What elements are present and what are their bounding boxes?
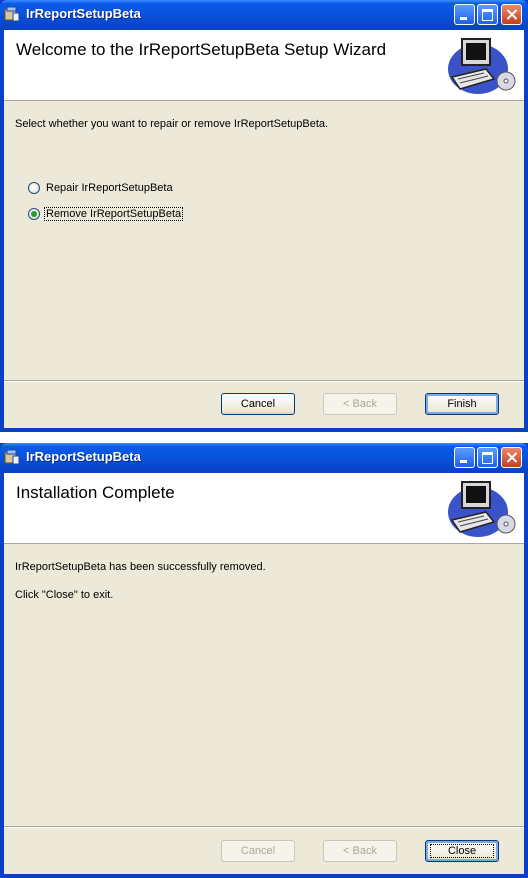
dialog-client: Welcome to the IrReportSetupBeta Setup W… xyxy=(4,30,524,428)
maximize-button[interactable] xyxy=(477,4,498,25)
cancel-button[interactable]: Cancel xyxy=(221,393,295,415)
cancel-button[interactable]: Cancel xyxy=(221,840,295,862)
result-message: IrReportSetupBeta has been successfully … xyxy=(15,561,266,573)
computer-cd-icon xyxy=(448,38,516,94)
close-window-button[interactable] xyxy=(501,447,522,468)
footer-divider xyxy=(4,380,524,382)
back-button[interactable]: < Back xyxy=(323,840,397,862)
minimize-button[interactable] xyxy=(454,447,475,468)
focus-rect xyxy=(430,844,494,858)
repair-radio[interactable] xyxy=(28,182,40,194)
back-button[interactable]: < Back xyxy=(323,393,397,415)
banner-title: Welcome to the IrReportSetupBeta Setup W… xyxy=(16,40,387,59)
setup-window-welcome: IrReportSetupBeta Welcome to the IrRepor… xyxy=(0,0,528,432)
finish-button[interactable]: Finish xyxy=(425,393,499,415)
window-title: IrReportSetupBeta xyxy=(26,449,141,464)
remove-radio[interactable] xyxy=(28,208,40,220)
exit-instruction: Click "Close" to exit. xyxy=(15,589,114,601)
close-window-button[interactable] xyxy=(501,4,522,25)
banner: Welcome to the IrReportSetupBeta Setup W… xyxy=(4,30,524,101)
setup-window-complete: IrReportSetupBeta Installation Complete … xyxy=(0,443,528,878)
instruction-text: Select whether you want to repair or rem… xyxy=(15,118,329,130)
title-bar[interactable]: IrReportSetupBeta xyxy=(0,443,528,473)
remove-label[interactable]: Remove IrReportSetupBeta xyxy=(43,207,184,221)
installer-icon xyxy=(4,6,20,22)
remove-option[interactable]: Remove IrReportSetupBeta xyxy=(28,206,184,222)
window-title: IrReportSetupBeta xyxy=(26,6,141,21)
banner: Installation Complete xyxy=(4,473,524,544)
repair-label[interactable]: Repair IrReportSetupBeta xyxy=(45,182,174,194)
repair-option[interactable]: Repair IrReportSetupBeta xyxy=(28,180,174,196)
computer-cd-icon xyxy=(448,481,516,537)
finish-button-label: Finish xyxy=(447,398,477,410)
banner-title: Installation Complete xyxy=(16,483,175,502)
minimize-button[interactable] xyxy=(454,4,475,25)
installer-icon xyxy=(4,449,20,465)
maximize-button[interactable] xyxy=(477,447,498,468)
close-button[interactable]: Close xyxy=(425,840,499,862)
footer-divider xyxy=(4,826,524,828)
title-bar[interactable]: IrReportSetupBeta xyxy=(0,0,528,30)
dialog-client: Installation Complete IrReportSetupBeta … xyxy=(4,473,524,874)
